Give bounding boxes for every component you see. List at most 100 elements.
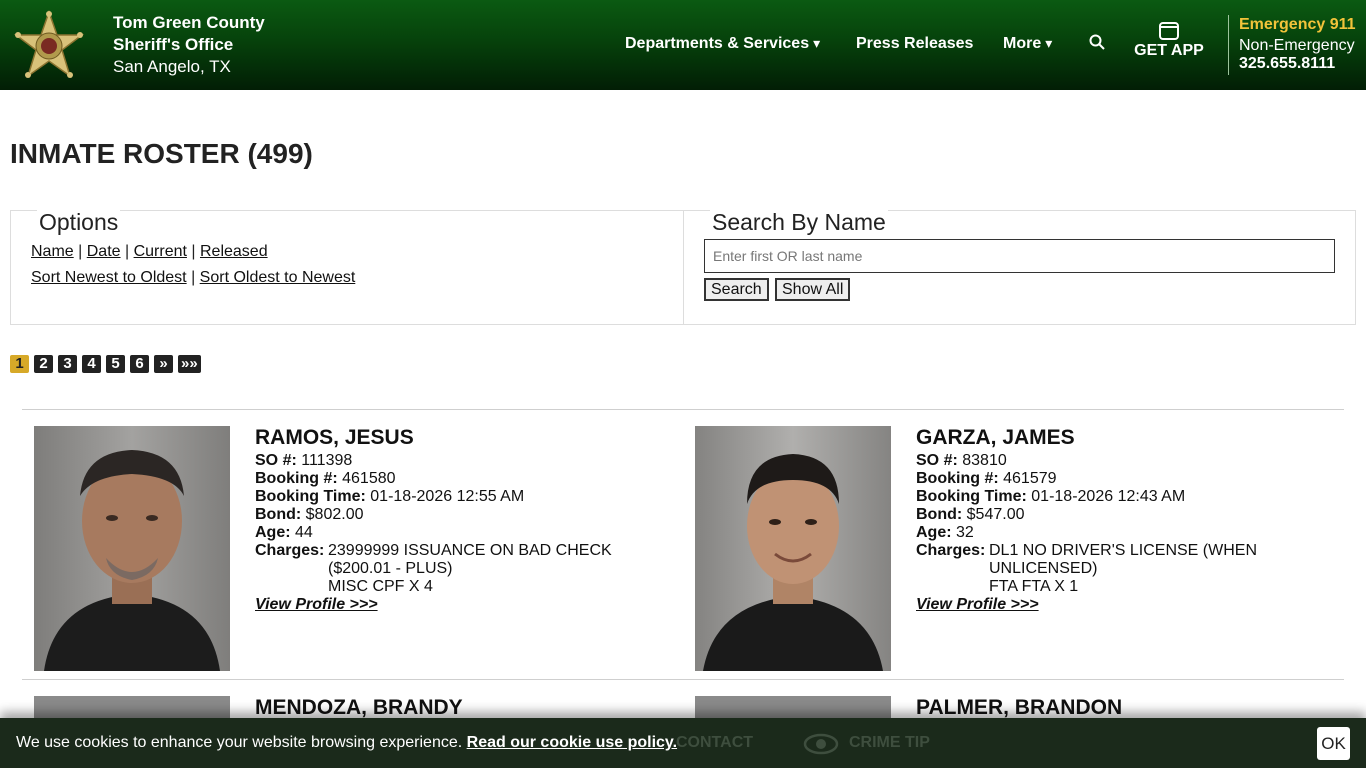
inmate-name[interactable]: PALMER, BRANDON — [916, 696, 1122, 720]
nav-departments-label: Departments & Services — [625, 35, 810, 52]
show-all-button[interactable]: Show All — [775, 278, 851, 301]
emergency-contacts: Emergency 911 Non-Emergency 325.655.8111 — [1239, 14, 1356, 72]
filter-link-current[interactable]: Current — [134, 243, 187, 260]
charges-label: Charges: — [916, 542, 986, 559]
org-name[interactable]: Tom Green County Sheriff's Office San An… — [113, 12, 265, 78]
booking-time-label: Booking Time: — [916, 488, 1027, 505]
charge-line: DL1 NO DRIVER'S LICENSE (WHEN — [989, 542, 1257, 559]
options-title: Options — [37, 209, 121, 236]
booking-number-row: Booking #: 461580 — [255, 470, 612, 488]
page-link-1[interactable]: 1 — [10, 355, 29, 373]
age-row: Age: 44 — [255, 524, 612, 542]
search-button[interactable]: Search — [704, 278, 769, 301]
non-emergency-label: Non-Emergency — [1239, 37, 1355, 54]
so-number-row: SO #: 83810 — [916, 452, 1257, 470]
cookie-message: We use cookies to enhance your website b… — [16, 734, 677, 752]
bond-amount: $802.00 — [305, 506, 364, 523]
cookie-text: We use cookies to enhance your website b… — [16, 734, 463, 751]
name-search-input[interactable] — [704, 239, 1335, 273]
phone-icon — [1159, 22, 1179, 40]
inmate-card: RAMOS, JESUS SO #: 111398 Booking #: 461… — [255, 426, 612, 614]
charges-label: Charges: — [255, 542, 325, 559]
charge-line: FTA FTA X 1 — [989, 578, 1079, 595]
pagination: 1 2 3 4 5 6 » »» — [10, 355, 201, 373]
get-app-label: GET APP — [1134, 42, 1204, 59]
options-search-panel: Options Name | Date | Current | Released… — [10, 209, 1356, 325]
so-label: SO #: — [916, 452, 958, 469]
inmate-name[interactable]: RAMOS, JESUS — [255, 426, 612, 450]
org-name-line2: Sheriff's Office — [113, 35, 234, 54]
charges-list: 23999999 ISSUANCE ON BAD CHECK ($200.01 … — [328, 542, 612, 596]
page-link-2[interactable]: 2 — [34, 355, 53, 373]
inmate-name[interactable]: GARZA, JAMES — [916, 426, 1257, 450]
booking-number: 461579 — [1003, 470, 1057, 487]
booking-time-label: Booking Time: — [255, 488, 366, 505]
nav-departments-services[interactable]: Departments & Services ▾ — [625, 35, 820, 53]
site-header: Tom Green County Sheriff's Office San An… — [0, 0, 1366, 90]
booking-label: Booking #: — [916, 470, 999, 487]
chevron-down-icon: ▾ — [1045, 35, 1053, 51]
page-link-last[interactable]: »» — [178, 355, 201, 373]
header-divider — [1228, 15, 1229, 75]
booking-number: 461580 — [342, 470, 396, 487]
charges-list: DL1 NO DRIVER'S LICENSE (WHEN UNLICENSED… — [989, 542, 1257, 596]
booking-label: Booking #: — [255, 470, 338, 487]
non-emergency-number[interactable]: 325.655.8111 — [1239, 56, 1356, 72]
inmate-photo[interactable] — [695, 426, 891, 671]
booking-time: 01-18-2026 12:43 AM — [1031, 488, 1186, 505]
footer-crime-tip-link: CRIME TIP — [849, 734, 930, 751]
age-value: 44 — [295, 524, 313, 541]
bond-row: Bond: $802.00 — [255, 506, 612, 524]
filter-link-date[interactable]: Date — [87, 243, 121, 260]
cookie-policy-link[interactable]: Read our cookie use policy. — [467, 734, 677, 751]
page-link-3[interactable]: 3 — [58, 355, 77, 373]
nav-press-label: Press Releases — [856, 35, 974, 52]
page-link-next[interactable]: » — [154, 355, 173, 373]
charge-line: 23999999 ISSUANCE ON BAD CHECK — [328, 542, 612, 559]
booking-time-row: Booking Time: 01-18-2026 12:55 AM — [255, 488, 612, 506]
so-number-row: SO #: 111398 — [255, 452, 612, 470]
booking-time: 01-18-2026 12:55 AM — [370, 488, 525, 505]
footer-contact-link: CONTACT — [676, 734, 754, 751]
divider — [22, 409, 1344, 410]
page-link-4[interactable]: 4 — [82, 355, 101, 373]
filter-link-released[interactable]: Released — [200, 243, 268, 260]
age-value: 32 — [956, 524, 974, 541]
cookie-banner: CONTACT CRIME TIP We use cookies to enha… — [0, 718, 1366, 768]
nav-more-label: More — [1003, 35, 1042, 52]
bond-label: Bond: — [916, 506, 963, 523]
booking-time-row: Booking Time: 01-18-2026 12:43 AM — [916, 488, 1257, 506]
age-label: Age: — [255, 524, 291, 541]
sort-newest-link[interactable]: Sort Newest to Oldest — [31, 269, 187, 286]
page-link-5[interactable]: 5 — [106, 355, 125, 373]
so-label: SO #: — [255, 452, 297, 469]
filter-link-name[interactable]: Name — [31, 243, 74, 260]
view-profile-link[interactable]: View Profile >>> — [255, 596, 612, 614]
sheriff-star-logo[interactable] — [12, 10, 86, 82]
charges-row: Charges: DL1 NO DRIVER'S LICENSE (WHEN U… — [916, 542, 1257, 596]
inmate-name[interactable]: MENDOZA, BRANDY — [255, 696, 463, 720]
search-icon[interactable] — [1089, 34, 1105, 55]
chevron-down-icon: ▾ — [813, 35, 821, 51]
sort-oldest-link[interactable]: Sort Oldest to Newest — [200, 269, 356, 286]
nav-more[interactable]: More ▾ — [1003, 35, 1052, 53]
nav-press-releases[interactable]: Press Releases — [856, 35, 973, 53]
cookie-ok-button[interactable]: OK — [1317, 727, 1350, 760]
inmate-card: GARZA, JAMES SO #: 83810 Booking #: 4615… — [916, 426, 1257, 614]
age-row: Age: 32 — [916, 524, 1257, 542]
charge-line: MISC CPF X 4 — [328, 578, 433, 595]
eye-icon — [803, 733, 839, 755]
page-title: INMATE ROSTER (499) — [10, 138, 313, 169]
view-profile-link[interactable]: View Profile >>> — [916, 596, 1257, 614]
org-name-line1: Tom Green County — [113, 13, 265, 32]
sort-links: Sort Newest to Oldest | Sort Oldest to N… — [31, 269, 356, 286]
get-app-button[interactable]: GET APP — [1133, 22, 1205, 60]
booking-number-row: Booking #: 461579 — [916, 470, 1257, 488]
emergency-911[interactable]: Emergency 911 — [1239, 14, 1356, 35]
so-number: 111398 — [301, 452, 353, 469]
page-link-6[interactable]: 6 — [130, 355, 149, 373]
bond-label: Bond: — [255, 506, 302, 523]
bond-row: Bond: $547.00 — [916, 506, 1257, 524]
inmate-photo[interactable] — [34, 426, 230, 671]
panel-divider — [683, 211, 684, 324]
